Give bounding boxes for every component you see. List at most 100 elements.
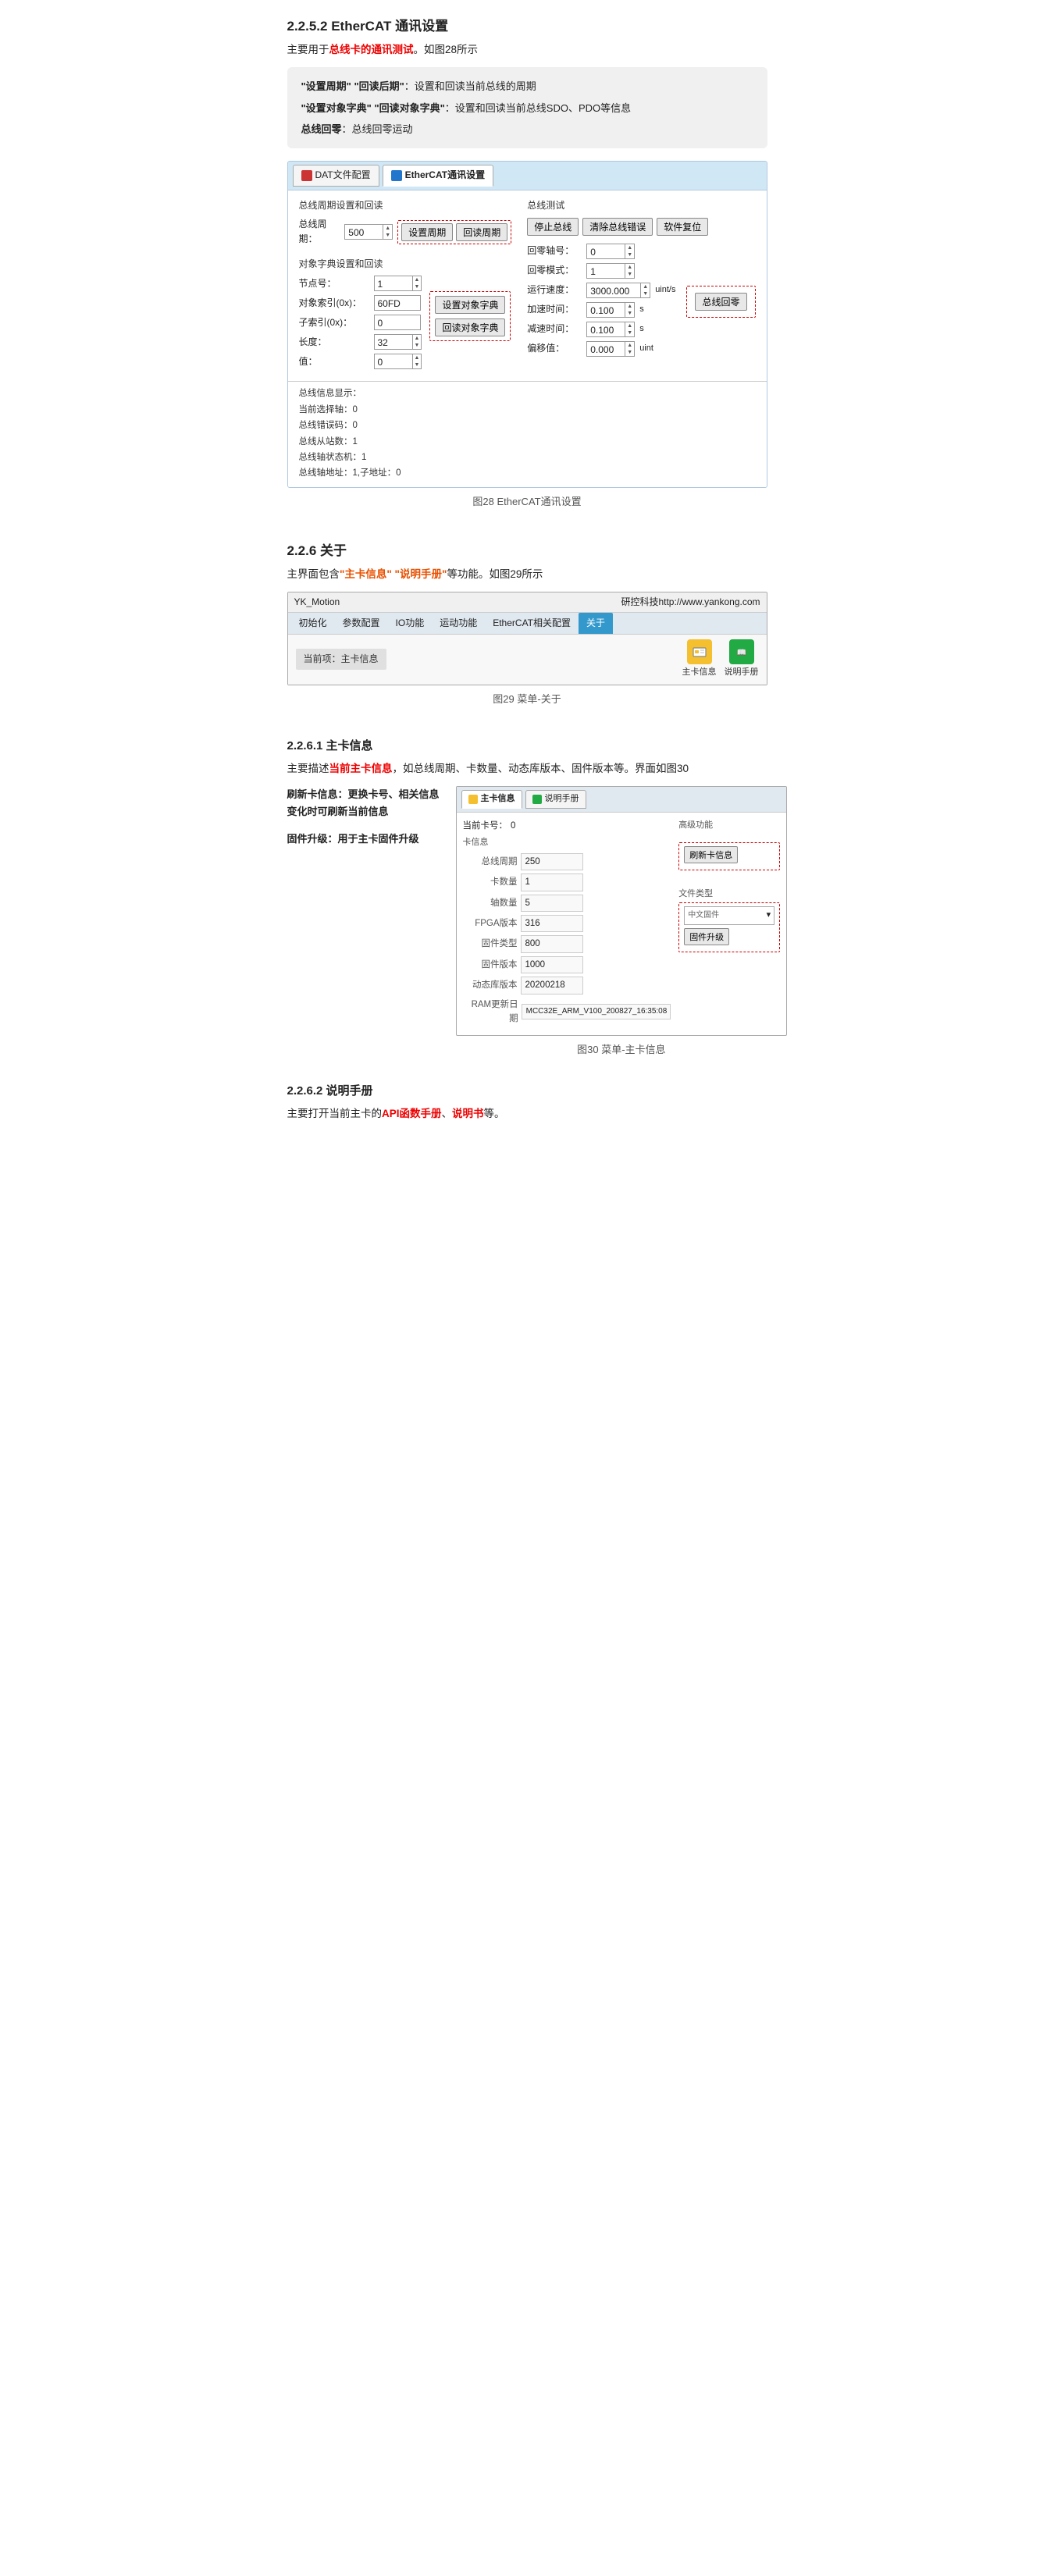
zero-axis-down[interactable]: ▼	[625, 251, 634, 258]
btn-read-period[interactable]: 回读周期	[456, 223, 507, 241]
period-row: 总线周期： 500 ▲ ▼ 设置周期 回读周期	[299, 217, 512, 247]
accel-unit: s	[639, 303, 644, 317]
obj-section-label: 对象字典设置和回读	[299, 257, 512, 272]
upgrade-dropdown[interactable]: 中文固件 ▾	[684, 906, 774, 925]
sub-index-row: 子索引(0x)： 0	[299, 315, 422, 330]
fig29-menu-bar: 初始化 参数配置 IO功能 运动功能 EtherCAT相关配置 关于	[288, 613, 767, 635]
menu-ethercat[interactable]: EtherCAT相关配置	[485, 613, 579, 634]
fig30-layout: 刷新卡信息：更换卡号、相关信息变化时可刷新当前信息 固件升级：用于主卡固件升级 …	[287, 786, 767, 1074]
section-2261-desc: 主要描述当前主卡信息，如总线周期、卡数量、动态库版本、固件版本等。界面如图30	[287, 760, 767, 778]
section-226: 2.2.6 关于 主界面包含"主卡信息" "说明手册"等功能。如图29所示 YK…	[287, 540, 767, 708]
zero-decel-row: 减速时间： 0.100 ▲ ▼ s	[527, 322, 675, 337]
length-up[interactable]: ▲	[413, 335, 422, 342]
obj-index-input[interactable]: 60FD	[374, 295, 421, 311]
length-down[interactable]: ▼	[413, 342, 422, 349]
zero-accel-label: 加速时间：	[527, 302, 582, 317]
menu-about[interactable]: 关于	[579, 613, 613, 634]
fig29-buttons: 主卡信息 📖 说明手册	[682, 639, 759, 680]
book-icon: 📖	[729, 639, 754, 664]
btn-clear-error[interactable]: 清除总线错误	[582, 218, 653, 236]
tab-dat-config[interactable]: DAT文件配置	[293, 165, 379, 186]
btn-soft-reset[interactable]: 软件复位	[657, 218, 708, 236]
period-up[interactable]: ▲	[383, 225, 392, 232]
zero-offset-label: 偏移值：	[527, 341, 582, 356]
zero-accel-row: 加速时间： 0.100 ▲ ▼ s	[527, 302, 675, 318]
value-down[interactable]: ▼	[413, 361, 422, 368]
fig29-window: YK_Motion 研控科技http://www.yankong.com 初始化…	[287, 592, 767, 685]
section-2262: 2.2.6.2 说明手册 主要打开当前主卡的API函数手册、说明书等。	[287, 1082, 767, 1123]
decel-down[interactable]: ▼	[625, 329, 634, 336]
menu-io[interactable]: IO功能	[388, 613, 433, 634]
btn-refresh-card[interactable]: 刷新卡信息	[684, 846, 738, 863]
obj-index-row: 对象索引(0x)： 60FD	[299, 295, 422, 311]
btn-set-period[interactable]: 设置周期	[401, 223, 453, 241]
btn-firmware-upgrade[interactable]: 固件升级	[684, 928, 729, 945]
speed-down[interactable]: ▼	[641, 290, 650, 297]
obj-btn-group: 设置对象字典 回读对象字典	[429, 291, 511, 341]
btn-set-obj[interactable]: 设置对象字典	[435, 296, 505, 314]
dat-icon	[301, 170, 312, 181]
offset-down[interactable]: ▼	[625, 349, 634, 356]
menu-motion[interactable]: 运动功能	[432, 613, 485, 634]
status-slave: 总线从站数：1	[299, 435, 756, 449]
section-2262-desc: 主要打开当前主卡的API函数手册、说明书等。	[287, 1105, 767, 1123]
menu-init[interactable]: 初始化	[291, 613, 335, 634]
btn-read-obj[interactable]: 回读对象字典	[435, 318, 505, 336]
btn-bus-zero[interactable]: 总线回零	[695, 293, 746, 311]
btn-main-card-info[interactable]: 主卡信息	[682, 639, 717, 680]
status-error: 总线错误码：0	[299, 418, 756, 432]
card-icon	[687, 639, 712, 664]
fig30-img: 主卡信息 说明手册 当前卡号： 0 卡信息	[456, 786, 788, 1074]
offset-up[interactable]: ▲	[625, 342, 634, 349]
value-up[interactable]: ▲	[413, 354, 422, 361]
accel-down[interactable]: ▼	[625, 310, 634, 317]
zero-mode-down[interactable]: ▼	[625, 271, 634, 278]
decel-unit: s	[639, 322, 644, 336]
test-section-label: 总线测试	[527, 198, 755, 213]
section-2262-title: 2.2.6.2 说明手册	[287, 1082, 767, 1101]
fig30-toolbar: 主卡信息 说明手册	[457, 787, 787, 813]
zero-mode-label: 回零模式：	[527, 263, 582, 278]
fig28-toolbar: DAT文件配置 EtherCAT通讯设置	[288, 162, 767, 190]
btn-stop-bus[interactable]: 停止总线	[527, 218, 579, 236]
obj-fields: 节点号： 1 ▲ ▼ 对象索引(0x)： 60FD	[299, 276, 422, 373]
section-2261: 2.2.6.1 主卡信息 主要描述当前主卡信息，如总线周期、卡数量、动态库版本、…	[287, 737, 767, 1074]
refresh-desc-title: 刷新卡信息：更换卡号、相关信息变化时可刷新当前信息	[287, 788, 440, 817]
menu-param[interactable]: 参数配置	[335, 613, 388, 634]
info-row-7: RAM更新日期 MCC32E_ARM_V100_200827_16:35:08	[463, 998, 671, 1026]
speed-up[interactable]: ▲	[641, 283, 650, 290]
obj-index-label: 对象索引(0x)：	[299, 296, 369, 311]
info-row-0: 总线周期 250	[463, 853, 671, 870]
decel-up[interactable]: ▲	[625, 322, 634, 329]
zero-speed-row: 运行速度： 3000.000 ▲ ▼ uint/s	[527, 283, 675, 298]
card-no-label: 当前卡号：	[463, 819, 508, 833]
accel-up[interactable]: ▲	[625, 303, 634, 310]
info-row-1: 卡数量 1	[463, 873, 671, 891]
node-down[interactable]: ▼	[413, 283, 422, 290]
info-row-2: 轴数量 5	[463, 895, 671, 912]
tab-manual[interactable]: 说明手册	[525, 790, 586, 809]
file-type-label: 文件类型	[678, 888, 780, 902]
btn-manual[interactable]: 📖 说明手册	[725, 639, 759, 680]
fig28-caption: 图28 EtherCAT通讯设置	[287, 494, 767, 511]
tab-ethercat-config[interactable]: EtherCAT通讯设置	[383, 165, 493, 186]
ethercat-icon	[391, 170, 402, 181]
period-spin[interactable]: 500 ▲ ▼	[344, 224, 393, 240]
tab-card-info[interactable]: 主卡信息	[461, 790, 522, 809]
zero-mode-up[interactable]: ▲	[625, 264, 634, 271]
fig28-left-panel: 总线周期设置和回读 总线周期： 500 ▲ ▼ 设置周期 回读周期	[299, 198, 512, 374]
period-section-label: 总线周期设置和回读	[299, 198, 512, 213]
test-buttons-row: 停止总线 清除总线错误 软件复位	[527, 218, 755, 236]
node-up[interactable]: ▲	[413, 276, 422, 283]
length-row: 长度： 32 ▲ ▼	[299, 334, 422, 350]
length-label: 长度：	[299, 335, 369, 350]
sub-index-input[interactable]: 0	[374, 315, 421, 330]
infobox-item-0: "设置周期" "回读后期"：设置和回读当前总线的周期	[301, 78, 753, 94]
zero-btn-group: 总线回零	[686, 286, 755, 318]
fig30-content: 当前卡号： 0 卡信息 总线周期 250 卡数量 1	[457, 813, 787, 1036]
zero-offset-row: 偏移值： 0.000 ▲ ▼ uint	[527, 341, 675, 357]
zero-axis-up[interactable]: ▲	[625, 244, 634, 251]
app-name: YK_Motion	[294, 595, 340, 610]
period-down[interactable]: ▼	[383, 232, 392, 239]
info-row-5: 固件版本 1000	[463, 956, 671, 973]
